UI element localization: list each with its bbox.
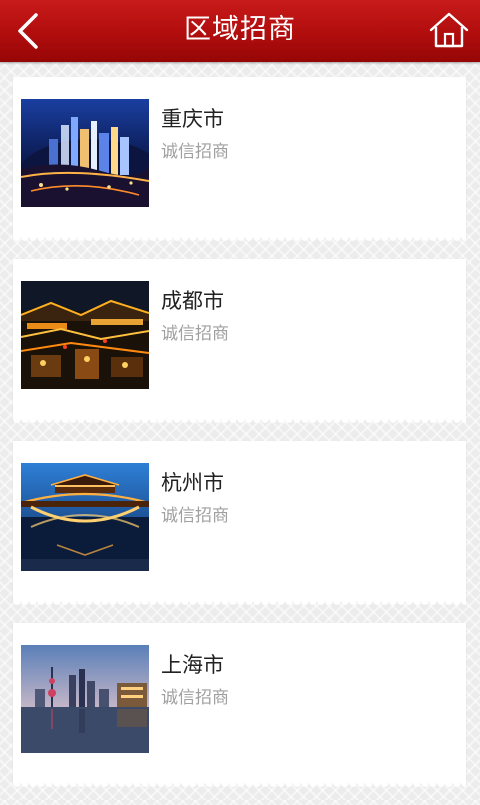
- city-subtitle: 诚信招商: [161, 688, 229, 708]
- city-card[interactable]: 上海市 诚信招商: [13, 623, 466, 789]
- hangzhou-bridge-night-photo: [21, 463, 149, 571]
- shanghai-skyline-photo: [21, 645, 149, 753]
- city-subtitle: 诚信招商: [161, 142, 229, 162]
- city-list: 重庆市 诚信招商 成都市 诚信招商 杭州市 诚信招商 上海市 诚信招商: [13, 77, 466, 805]
- city-name: 重庆市: [161, 107, 224, 131]
- city-name: 上海市: [161, 653, 224, 677]
- city-name: 杭州市: [161, 471, 224, 495]
- home-icon: [429, 12, 469, 48]
- chengdu-night-street-photo: [21, 281, 149, 389]
- back-button[interactable]: [6, 6, 56, 56]
- city-subtitle: 诚信招商: [161, 506, 229, 526]
- chevron-left-icon: [18, 13, 38, 49]
- city-subtitle: 诚信招商: [161, 324, 229, 344]
- home-button[interactable]: [426, 8, 472, 54]
- city-card[interactable]: 杭州市 诚信招商: [13, 441, 466, 607]
- city-name: 成都市: [161, 289, 224, 313]
- city-card[interactable]: 成都市 诚信招商: [13, 259, 466, 425]
- city-card[interactable]: 重庆市 诚信招商: [13, 77, 466, 243]
- app-header: 区域招商: [0, 0, 480, 62]
- chongqing-night-skyline-photo: [21, 99, 149, 207]
- page-title: 区域招商: [184, 14, 296, 45]
